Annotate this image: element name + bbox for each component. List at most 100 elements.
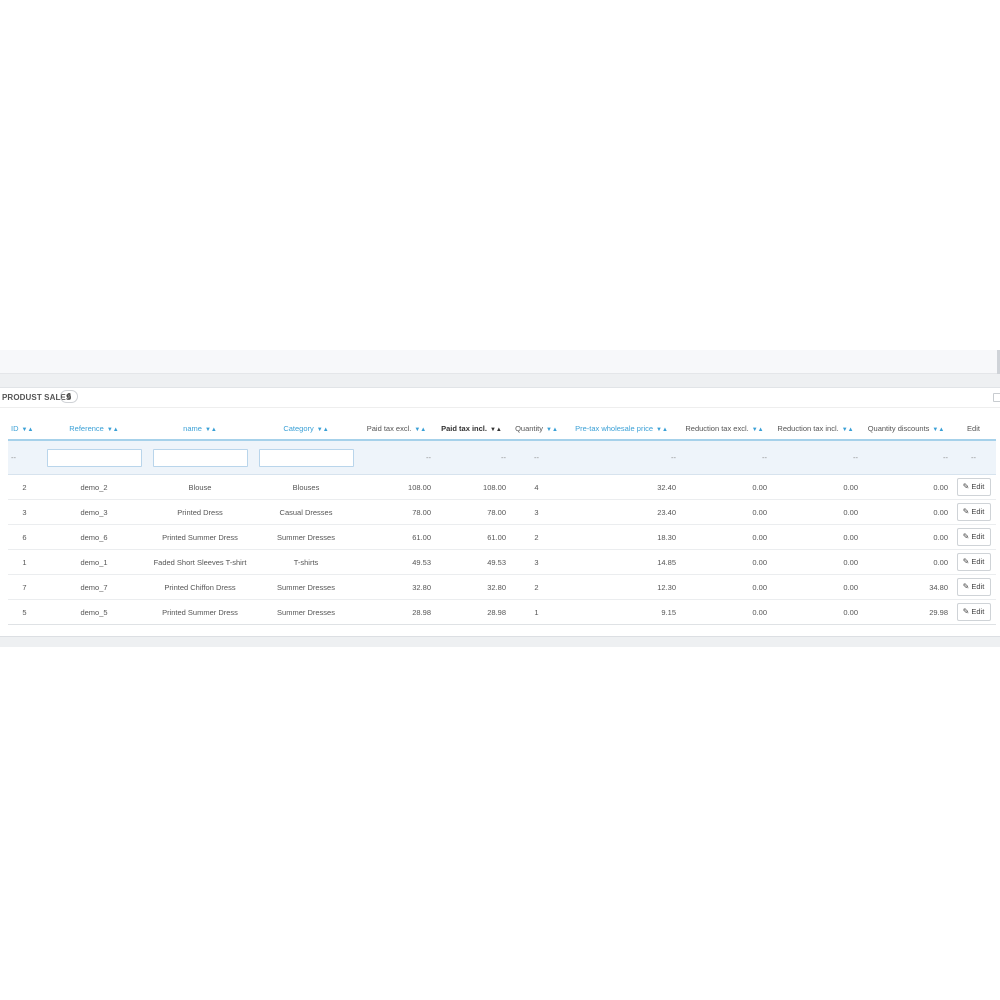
header-row: ID ▼▲ Reference ▼▲ name ▼▲ Category ▼▲ Paid tax …: [8, 418, 996, 440]
pencil-icon: ✎: [962, 607, 970, 616]
cell-quantity: 3: [509, 499, 564, 525]
cell-paid-tax-excl: 78.00: [359, 499, 434, 525]
column-label: Quantity: [515, 424, 544, 433]
sort-arrows-icon[interactable]: ▼▲: [490, 427, 502, 433]
cell-reduction-tax-excl: 0.00: [679, 599, 770, 625]
reference-filter-input[interactable]: [46, 448, 142, 467]
sort-arrows-icon[interactable]: ▼▲: [656, 427, 668, 433]
edit-label: Edit: [971, 482, 985, 491]
cell-paid-tax-incl: 78.00: [434, 499, 509, 525]
edit-button[interactable]: ✎ Edit: [956, 478, 991, 496]
cell-edit: ✎ Edit: [951, 474, 996, 500]
cell-category: Summer Dresses: [253, 599, 359, 625]
cell-reference: demo_2: [41, 474, 147, 500]
filter-row: -- -- -- -- -- -- -- -- --: [8, 439, 996, 475]
product-sales-panel: PRODUST SALES 6 ID ▼▲ Reference ▼▲ name ▼▲ Cat…: [0, 387, 1000, 637]
table-row[interactable]: 5 demo_5 Printed Summer Dress Summer Dresse…: [8, 599, 996, 625]
cell-reduction-tax-incl: 0.00: [770, 474, 861, 500]
cell-name: Printed Dress: [147, 499, 253, 525]
column-header-paid-tax-incl[interactable]: Paid tax incl. ▼▲: [434, 418, 509, 440]
cell-quantity-discounts: 29.98: [861, 599, 951, 625]
column-header-paid-tax-excl[interactable]: Paid tax excl. ▼▲: [359, 418, 434, 440]
edit-button[interactable]: ✎ Edit: [956, 603, 991, 621]
filter-cell-id[interactable]: --: [8, 439, 41, 475]
filter-cell-quantity-discounts[interactable]: --: [861, 439, 951, 475]
column-header-category[interactable]: Category ▼▲: [253, 418, 359, 440]
column-label: Reduction tax excl.: [685, 424, 749, 433]
sort-arrows-icon[interactable]: ▼▲: [205, 427, 217, 433]
expand-icon[interactable]: [993, 393, 1000, 402]
table-row[interactable]: 3 demo_3 Printed Dress Casual Dresses 78.00 7…: [8, 499, 996, 525]
cell-quantity: 1: [509, 599, 564, 625]
cell-pretax-wholesale: 23.40: [564, 499, 679, 525]
filter-cell-reduction-tax-incl[interactable]: --: [770, 439, 861, 475]
column-label: ID: [11, 424, 19, 433]
sort-arrows-icon[interactable]: ▼▲: [107, 427, 119, 433]
column-header-reduction-tax-excl[interactable]: Reduction tax excl. ▼▲: [679, 418, 770, 440]
count-badge: 6: [60, 390, 78, 403]
column-header-id[interactable]: ID ▼▲: [8, 418, 41, 440]
column-header-reduction-tax-incl[interactable]: Reduction tax incl. ▼▲: [770, 418, 861, 440]
cell-paid-tax-incl: 49.53: [434, 549, 509, 575]
category-filter-input[interactable]: [258, 448, 354, 467]
column-label: Category: [283, 424, 314, 433]
cell-reference: demo_3: [41, 499, 147, 525]
sort-arrows-icon[interactable]: ▼▲: [752, 427, 764, 433]
sort-arrows-icon[interactable]: ▼▲: [22, 427, 34, 433]
cell-pretax-wholesale: 18.30: [564, 524, 679, 550]
sort-arrows-icon[interactable]: ▼▲: [932, 427, 944, 433]
sort-arrows-icon[interactable]: ▼▲: [842, 427, 854, 433]
table-row[interactable]: 1 demo_1 Faded Short Sleeves T-shirt T-shir…: [8, 549, 996, 575]
cell-category: T-shirts: [253, 549, 359, 575]
cell-pretax-wholesale: 32.40: [564, 474, 679, 500]
sort-arrows-icon[interactable]: ▼▲: [317, 427, 329, 433]
filter-cell-category: [253, 439, 359, 475]
edit-button[interactable]: ✎ Edit: [956, 553, 991, 571]
cell-reduction-tax-excl: 0.00: [679, 474, 770, 500]
cell-paid-tax-excl: 32.80: [359, 574, 434, 600]
edit-button[interactable]: ✎ Edit: [956, 503, 991, 521]
cell-category: Summer Dresses: [253, 574, 359, 600]
cell-id: 2: [8, 474, 41, 500]
sort-arrows-icon[interactable]: ▼▲: [414, 427, 426, 433]
cell-paid-tax-incl: 32.80: [434, 574, 509, 600]
sort-arrows-icon[interactable]: ▼▲: [546, 427, 558, 433]
column-header-quantity-discounts[interactable]: Quantity discounts ▼▲: [861, 418, 951, 440]
filter-cell-reduction-tax-excl[interactable]: --: [679, 439, 770, 475]
name-filter-input[interactable]: [152, 448, 248, 467]
cell-reduction-tax-incl: 0.00: [770, 499, 861, 525]
column-header-quantity[interactable]: Quantity ▼▲: [509, 418, 564, 440]
cell-name: Faded Short Sleeves T-shirt: [147, 549, 253, 575]
column-header-reference[interactable]: Reference ▼▲: [41, 418, 147, 440]
cell-edit: ✎ Edit: [951, 574, 996, 600]
cell-quantity-discounts: 0.00: [861, 474, 951, 500]
pencil-icon: ✎: [962, 532, 970, 541]
pencil-icon: ✎: [962, 507, 970, 516]
cell-category: Casual Dresses: [253, 499, 359, 525]
cell-edit: ✎ Edit: [951, 524, 996, 550]
cell-paid-tax-excl: 108.00: [359, 474, 434, 500]
edit-button[interactable]: ✎ Edit: [956, 528, 991, 546]
pencil-icon: ✎: [962, 557, 970, 566]
cell-quantity-discounts: 0.00: [861, 524, 951, 550]
cell-id: 5: [8, 599, 41, 625]
edit-button[interactable]: ✎ Edit: [956, 578, 991, 596]
column-header-name[interactable]: name ▼▲: [147, 418, 253, 440]
filter-cell-edit[interactable]: --: [951, 439, 996, 475]
edit-label: Edit: [971, 532, 985, 541]
table-row[interactable]: 6 demo_6 Printed Summer Dress Summer Dresse…: [8, 524, 996, 550]
table-row[interactable]: 7 demo_7 Printed Chiffon Dress Summer Dress…: [8, 574, 996, 600]
table-row[interactable]: 2 demo_2 Blouse Blouses 108.00 108.00 4 32.40 0.…: [8, 474, 996, 500]
column-label: Edit: [967, 424, 980, 433]
cell-reduction-tax-excl: 0.00: [679, 549, 770, 575]
cell-pretax-wholesale: 12.30: [564, 574, 679, 600]
cell-id: 6: [8, 524, 41, 550]
column-label: Paid tax incl.: [441, 424, 487, 433]
cell-pretax-wholesale: 9.15: [564, 599, 679, 625]
filter-cell-paid-tax-incl[interactable]: --: [434, 439, 509, 475]
filter-cell-paid-tax-excl[interactable]: --: [359, 439, 434, 475]
column-header-pretax-wholesale[interactable]: Pre-tax wholesale price ▼▲: [564, 418, 679, 440]
filter-cell-quantity[interactable]: --: [509, 439, 564, 475]
filter-cell-pretax-wholesale[interactable]: --: [564, 439, 679, 475]
cell-category: Summer Dresses: [253, 524, 359, 550]
